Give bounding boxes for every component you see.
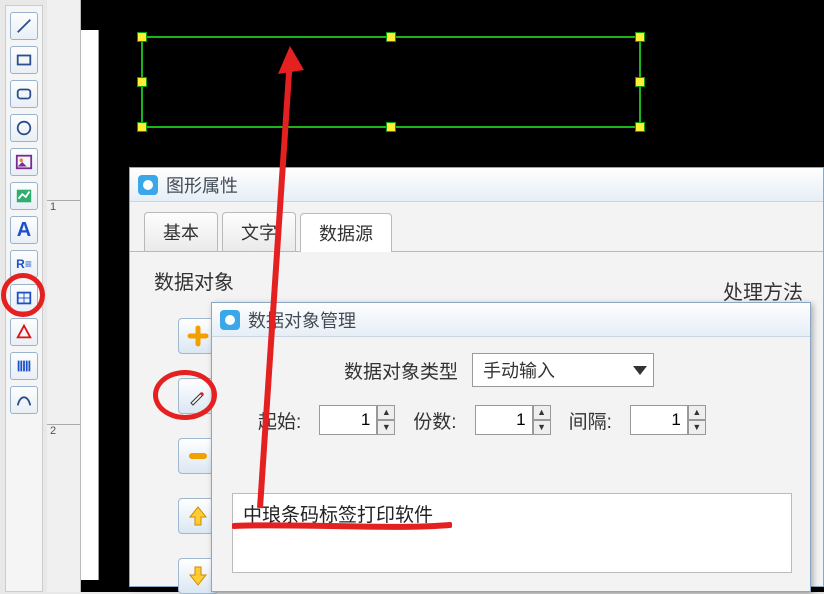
process-method-label: 处理方法: [723, 276, 803, 305]
chevron-down-icon: [633, 366, 647, 375]
interval-spin-up[interactable]: ▲: [688, 405, 706, 420]
start-input-group: ▲▼: [319, 405, 395, 435]
copies-spin-down[interactable]: ▼: [533, 420, 551, 435]
ruler-tick-2: 2: [47, 424, 80, 437]
dialog-title-text: 图形属性: [166, 172, 238, 198]
start-spin-down[interactable]: ▼: [377, 420, 395, 435]
interval-label: 间隔:: [569, 407, 612, 434]
tool-image[interactable]: [10, 148, 38, 176]
tool-text[interactable]: A: [10, 216, 38, 244]
tabs-bar: 基本 文字 数据源: [130, 202, 823, 252]
selected-text-box[interactable]: [141, 36, 641, 128]
resize-handle-ne[interactable]: [635, 32, 645, 42]
tool-line[interactable]: [10, 12, 38, 40]
resize-handle-w[interactable]: [137, 77, 147, 87]
dialog-title-bar[interactable]: 图形属性: [130, 168, 823, 202]
interval-input[interactable]: [630, 405, 688, 435]
tab-text[interactable]: 文字: [222, 212, 296, 251]
type-label: 数据对象类型: [344, 357, 458, 384]
tab-basic[interactable]: 基本: [144, 212, 218, 251]
tool-ellipse[interactable]: [10, 114, 38, 142]
copies-input[interactable]: [475, 405, 533, 435]
paper-edge: [81, 30, 99, 580]
app-icon: [220, 310, 240, 330]
resize-handle-s[interactable]: [386, 122, 396, 132]
tool-curve[interactable]: [10, 386, 38, 414]
interval-spin-down[interactable]: ▼: [688, 420, 706, 435]
start-label: 起始:: [258, 407, 301, 434]
result-text-box[interactable]: 中琅条码标签打印软件: [232, 493, 792, 573]
type-select-value: 手动输入: [483, 357, 555, 383]
copies-spin-up[interactable]: ▲: [533, 405, 551, 420]
dialog2-title-text: 数据对象管理: [248, 307, 356, 333]
vertical-ruler: 1 2: [47, 0, 81, 592]
tab-datasource[interactable]: 数据源: [300, 213, 392, 252]
interval-input-group: ▲▼: [630, 405, 706, 435]
tool-roundrect[interactable]: [10, 80, 38, 108]
tool-barcode[interactable]: [10, 352, 38, 380]
tool-chart[interactable]: [10, 182, 38, 210]
resize-handle-se[interactable]: [635, 122, 645, 132]
type-select[interactable]: 手动输入: [472, 353, 654, 387]
start-input[interactable]: [319, 405, 377, 435]
resize-handle-n[interactable]: [386, 32, 396, 42]
data-object-manager-dialog: 数据对象管理 数据对象类型 手动输入 起始: ▲▼ 份数: ▲▼ 间隔: ▲▼ …: [211, 302, 811, 592]
ruler-tick-1: 1: [47, 200, 80, 213]
dialog2-title-bar[interactable]: 数据对象管理: [212, 303, 810, 337]
tool-richtext[interactable]: R≡: [10, 250, 38, 278]
result-text: 中琅条码标签打印软件: [243, 505, 433, 526]
resize-handle-sw[interactable]: [137, 122, 147, 132]
resize-handle-nw[interactable]: [137, 32, 147, 42]
app-icon: [138, 175, 158, 195]
left-toolbar: A R≡: [5, 5, 43, 592]
start-spin-up[interactable]: ▲: [377, 405, 395, 420]
copies-label: 份数:: [413, 407, 456, 434]
tool-table[interactable]: [10, 284, 38, 312]
data-objects-label: 数据对象: [154, 266, 799, 295]
copies-input-group: ▲▼: [475, 405, 551, 435]
tool-shape[interactable]: [10, 318, 38, 346]
resize-handle-e[interactable]: [635, 77, 645, 87]
tool-rect[interactable]: [10, 46, 38, 74]
